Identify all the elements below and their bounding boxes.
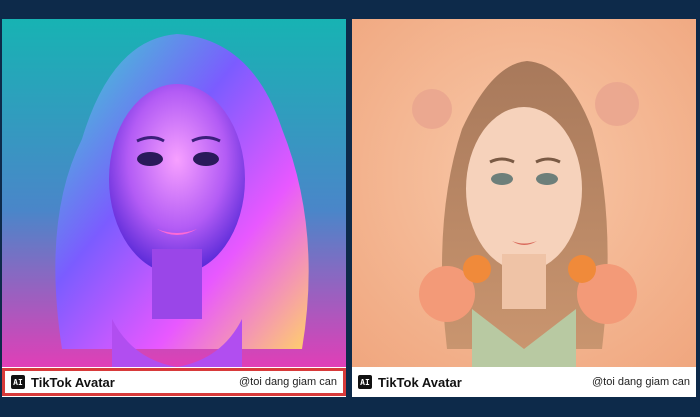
ai-logo-icon: AI (358, 375, 372, 389)
avatar-card-footer: AI TikTok Avatar @toi dang giam can (2, 368, 346, 396)
creator-handle[interactable]: @toi dang giam can (592, 376, 690, 388)
brand-name: TikTok Avatar (31, 374, 115, 390)
avatar-card-left[interactable]: AI TikTok Avatar @toi dang giam can (2, 19, 346, 397)
brand-name: TikTok Avatar (378, 374, 462, 390)
creator-handle[interactable]: @toi dang giam can (239, 376, 337, 388)
avatar-card-footer: AI TikTok Avatar @toi dang giam can (352, 367, 696, 397)
floral-portrait-image (352, 19, 696, 367)
ai-logo-icon: AI (11, 375, 25, 389)
neon-portrait-image (2, 19, 346, 367)
avatar-card-right[interactable]: AI TikTok Avatar @toi dang giam can (352, 19, 696, 397)
